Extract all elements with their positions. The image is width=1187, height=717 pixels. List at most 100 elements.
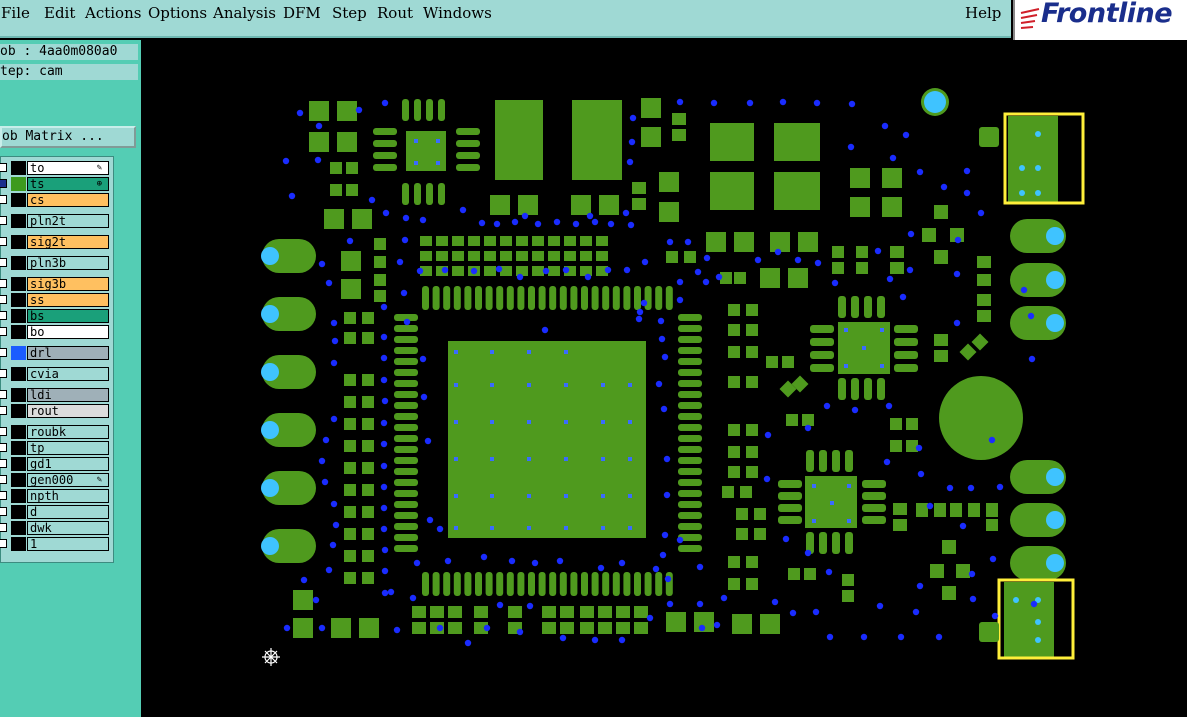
layer-color-swatch[interactable]	[11, 177, 26, 191]
menu-step[interactable]: Step	[332, 4, 367, 22]
layer-row-ss[interactable]: ss	[0, 293, 113, 307]
layer-color-swatch[interactable]	[11, 388, 26, 402]
menu-file[interactable]: File	[1, 4, 30, 22]
layer-name[interactable]: to ✎	[27, 161, 109, 175]
layer-name[interactable]: gd1	[27, 457, 109, 471]
layer-color-swatch[interactable]	[11, 256, 26, 270]
layer-color-swatch[interactable]	[11, 214, 26, 228]
layer-checkbox[interactable]	[0, 427, 7, 436]
layer-name[interactable]: pln2t	[27, 214, 109, 228]
layer-checkbox[interactable]	[0, 279, 7, 288]
layer-row-roubk[interactable]: roubk	[0, 425, 113, 439]
layer-row-ts[interactable]: ts ⊕	[0, 177, 113, 191]
layer-name[interactable]: dwk	[27, 521, 109, 535]
layer-name[interactable]: pln3b	[27, 256, 109, 270]
layer-row-d[interactable]: d	[0, 505, 113, 519]
layer-color-swatch[interactable]	[11, 404, 26, 418]
layer-name[interactable]: rout	[27, 404, 109, 418]
layer-checkbox[interactable]	[0, 195, 7, 204]
layer-name[interactable]: ldi	[27, 388, 109, 402]
graphic-canvas[interactable]	[141, 40, 1187, 717]
pcb-view[interactable]	[141, 40, 1187, 717]
layer-color-swatch[interactable]	[11, 161, 26, 175]
layer-color-swatch[interactable]	[11, 425, 26, 439]
layer-checkbox[interactable]	[0, 311, 7, 320]
layer-checkbox[interactable]	[0, 295, 7, 304]
layer-checkbox[interactable]	[0, 348, 7, 357]
menu-rout[interactable]: Rout	[377, 4, 413, 22]
layer-row-bs[interactable]: bs	[0, 309, 113, 323]
menu-analysis[interactable]: Analysis	[213, 4, 276, 22]
layer-row-cs[interactable]: cs	[0, 193, 113, 207]
layer-checkbox[interactable]	[0, 179, 7, 188]
layer-name[interactable]: bo	[27, 325, 109, 339]
layer-name[interactable]: ss	[27, 293, 109, 307]
layer-checkbox[interactable]	[0, 163, 7, 172]
job-matrix-button[interactable]: ob Matrix ...	[0, 126, 136, 148]
menu-help[interactable]: Help	[965, 4, 1001, 22]
layer-checkbox[interactable]	[0, 475, 7, 484]
layer-row-bo[interactable]: bo	[0, 325, 113, 339]
layer-color-swatch[interactable]	[11, 346, 26, 360]
layer-checkbox[interactable]	[0, 216, 7, 225]
layer-row-sig2t[interactable]: sig2t	[0, 235, 113, 249]
layer-row-cvia[interactable]: cvia	[0, 367, 113, 381]
layer-color-swatch[interactable]	[11, 277, 26, 291]
layer-row-pln2t[interactable]: pln2t	[0, 214, 113, 228]
layer-color-swatch[interactable]	[11, 521, 26, 535]
layer-name[interactable]: d	[27, 505, 109, 519]
layer-checkbox[interactable]	[0, 237, 7, 246]
layer-name[interactable]: ts ⊕	[27, 177, 109, 191]
layer-row-drl[interactable]: drl	[0, 346, 113, 360]
layer-name[interactable]: cvia	[27, 367, 109, 381]
layer-name[interactable]: tp	[27, 441, 109, 455]
layer-checkbox[interactable]	[0, 390, 7, 399]
layer-color-swatch[interactable]	[11, 293, 26, 307]
menu-windows[interactable]: Windows	[423, 4, 492, 22]
layer-row-1[interactable]: 1	[0, 537, 113, 551]
layer-name[interactable]: npth	[27, 489, 109, 503]
layer-row-ldi[interactable]: ldi	[0, 388, 113, 402]
layer-checkbox[interactable]	[0, 258, 7, 267]
menu-edit[interactable]: Edit	[44, 4, 75, 22]
layer-color-swatch[interactable]	[11, 473, 26, 487]
layer-checkbox[interactable]	[0, 459, 7, 468]
layer-color-swatch[interactable]	[11, 193, 26, 207]
layer-checkbox[interactable]	[0, 327, 7, 336]
layer-checkbox[interactable]	[0, 507, 7, 516]
layer-row-npth[interactable]: npth	[0, 489, 113, 503]
menu-actions[interactable]: Actions	[85, 4, 141, 22]
layer-checkbox[interactable]	[0, 406, 7, 415]
layer-checkbox[interactable]	[0, 369, 7, 378]
layer-row-gd1[interactable]: gd1	[0, 457, 113, 471]
layer-color-swatch[interactable]	[11, 505, 26, 519]
layer-color-swatch[interactable]	[11, 367, 26, 381]
layer-name[interactable]: bs	[27, 309, 109, 323]
layer-row-gen000[interactable]: gen000 ✎	[0, 473, 113, 487]
layer-color-swatch[interactable]	[11, 309, 26, 323]
layer-color-swatch[interactable]	[11, 235, 26, 249]
layer-name[interactable]: sig2t	[27, 235, 109, 249]
layer-name[interactable]: gen000 ✎	[27, 473, 109, 487]
menu-options[interactable]: Options	[148, 4, 207, 22]
layer-row-sig3b[interactable]: sig3b	[0, 277, 113, 291]
layer-name[interactable]: roubk	[27, 425, 109, 439]
layer-name[interactable]: 1	[27, 537, 109, 551]
layer-row-to[interactable]: to ✎	[0, 161, 113, 175]
layer-name[interactable]: sig3b	[27, 277, 109, 291]
layer-checkbox[interactable]	[0, 491, 7, 500]
menu-dfm[interactable]: DFM	[283, 4, 321, 22]
layer-name[interactable]: drl	[27, 346, 109, 360]
layer-color-swatch[interactable]	[11, 441, 26, 455]
layer-row-tp[interactable]: tp	[0, 441, 113, 455]
layer-row-pln3b[interactable]: pln3b	[0, 256, 113, 270]
layer-color-swatch[interactable]	[11, 537, 26, 551]
layer-checkbox[interactable]	[0, 539, 7, 548]
layer-color-swatch[interactable]	[11, 325, 26, 339]
layer-color-swatch[interactable]	[11, 457, 26, 471]
layer-row-dwk[interactable]: dwk	[0, 521, 113, 535]
layer-name[interactable]: cs	[27, 193, 109, 207]
layer-color-swatch[interactable]	[11, 489, 26, 503]
layer-row-rout[interactable]: rout	[0, 404, 113, 418]
layer-checkbox[interactable]	[0, 443, 7, 452]
